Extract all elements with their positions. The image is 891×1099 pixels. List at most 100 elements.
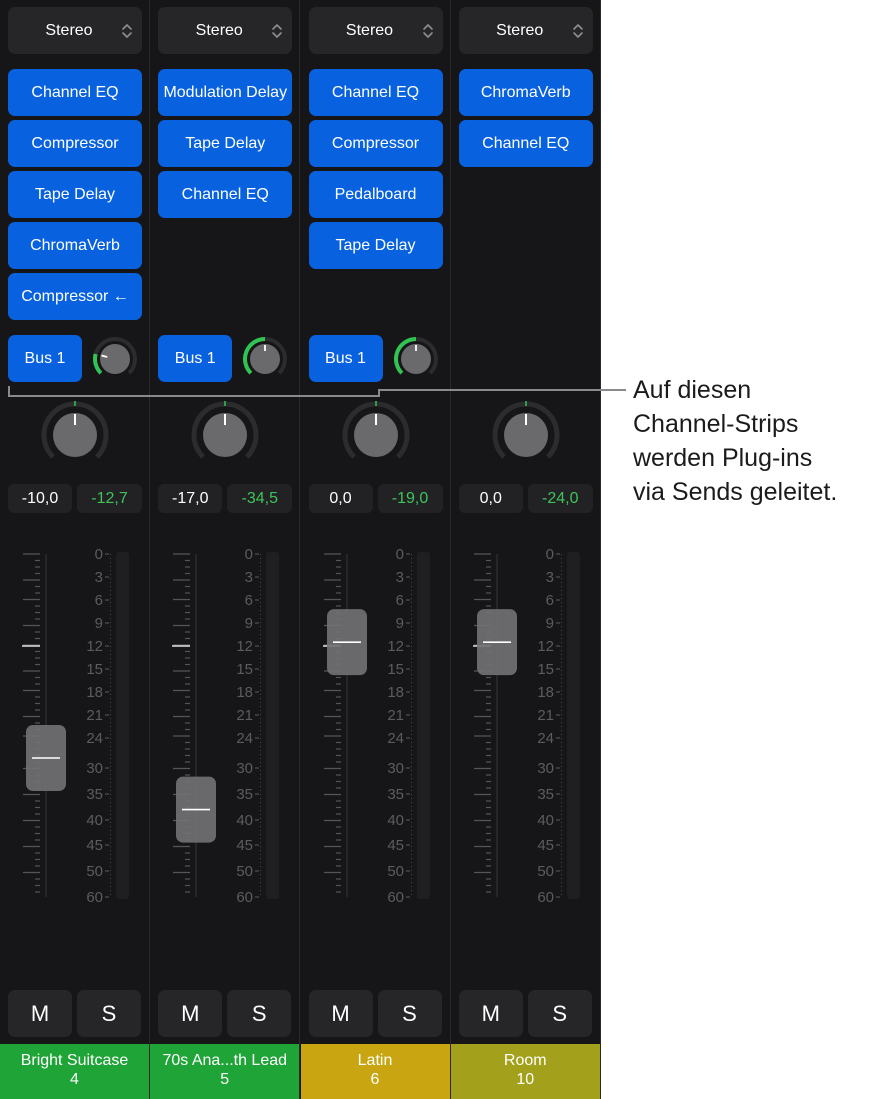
solo-button[interactable]: S <box>77 990 141 1037</box>
volume-fader[interactable]: 0 3 6 9 12 15 18 21 24 30 35 40 45 50 60 <box>451 540 601 910</box>
track-number: 6 <box>370 1071 380 1088</box>
format-selector[interactable]: Stereo <box>8 7 142 54</box>
pan-knob[interactable] <box>489 398 563 472</box>
solo-button[interactable]: S <box>227 990 292 1037</box>
scale-label: 0 <box>95 546 103 563</box>
plugin-slot[interactable]: Pedalboard <box>308 171 443 218</box>
scale-label: 40 <box>237 812 254 829</box>
scale-label: 18 <box>537 684 554 701</box>
track-name-bar[interactable]: Bright Suitcase 4 <box>0 1044 149 1099</box>
send-knob-cap <box>100 344 130 374</box>
scale-label: 18 <box>387 684 404 701</box>
scale-label: 50 <box>387 863 404 880</box>
fader-track <box>495 554 498 897</box>
scale-label: 0 <box>395 546 403 563</box>
mute-button[interactable]: M <box>8 990 72 1037</box>
scale-label: 35 <box>86 786 103 803</box>
solo-button[interactable]: S <box>527 990 592 1037</box>
scale-label: 9 <box>545 615 553 632</box>
mute-button[interactable]: M <box>308 990 373 1037</box>
callout-line-1: Auf diesen <box>633 376 752 404</box>
format-selector[interactable]: Stereo <box>308 7 443 54</box>
scale-label: 9 <box>95 615 103 632</box>
send-level-knob[interactable] <box>92 336 138 382</box>
channel-strip: Stereo Channel EQ Compressor Tape Delay Chro… <box>0 0 150 1099</box>
plugin-slot[interactable]: Compressor <box>8 120 142 167</box>
track-name: 70s Ana...th Lead <box>162 1052 288 1069</box>
scale-label: 15 <box>237 661 254 678</box>
volume-fader[interactable]: 0 3 6 9 12 15 18 21 24 30 35 40 45 50 60 <box>0 540 150 910</box>
send-bus-button[interactable]: Bus 1 <box>8 335 82 382</box>
channel-strip: Stereo Modulation Delay Tape Delay Channel … <box>150 0 301 1099</box>
track-name: Latin <box>357 1052 393 1069</box>
scale-label: 60 <box>537 889 554 906</box>
scale-label: 35 <box>237 786 254 803</box>
track-name-bar[interactable]: Latin 6 <box>300 1044 450 1099</box>
send-level-knob[interactable] <box>393 336 439 382</box>
scale-label: 6 <box>545 592 553 609</box>
track-name: Room <box>503 1052 547 1069</box>
scale-label: 24 <box>237 730 254 747</box>
plugin-slot[interactable]: Tape Delay <box>308 222 443 269</box>
plugin-slot[interactable]: ChromaVerb <box>8 222 142 269</box>
pan-knob[interactable] <box>38 398 112 472</box>
scale-label: 50 <box>537 863 554 880</box>
scale-label: 21 <box>537 707 554 724</box>
meter-peak-readout: -34,5 <box>227 484 293 513</box>
plugin-slot[interactable]: Channel EQ <box>158 171 293 218</box>
plugin-slot[interactable]: Modulation Delay <box>158 69 293 116</box>
meter-peak-readout: -19,0 <box>377 484 443 513</box>
scale-label: 21 <box>387 707 404 724</box>
plugin-slot[interactable]: Channel EQ <box>8 69 142 116</box>
pan-knob[interactable] <box>188 398 262 472</box>
format-selector[interactable]: Stereo <box>158 7 293 54</box>
send-bus-button[interactable]: Bus 1 <box>158 335 233 382</box>
plugin-slot[interactable]: Tape Delay <box>158 120 293 167</box>
volume-fader[interactable]: 0 3 6 9 12 15 18 21 24 30 35 40 45 50 60 <box>150 540 300 910</box>
scale-label: 21 <box>86 707 103 724</box>
chevron-updown-icon <box>422 22 434 40</box>
mute-button[interactable]: M <box>458 990 523 1037</box>
track-name: Bright Suitcase <box>20 1052 129 1069</box>
scale-label: 30 <box>237 760 254 777</box>
meter-peak-readout: -24,0 <box>527 484 593 513</box>
track-name-bar[interactable]: 70s Ana...th Lead 5 <box>150 1044 300 1099</box>
plugin-slot[interactable]: Compressor ← <box>8 273 142 320</box>
track-name-bar[interactable]: Room 10 <box>450 1044 600 1099</box>
scale-label: 18 <box>237 684 254 701</box>
plugin-slot[interactable]: Channel EQ <box>308 69 443 116</box>
solo-button[interactable]: S <box>377 990 442 1037</box>
volume-readout: -10,0 <box>8 484 72 513</box>
callout-line-2: Channel-Strips <box>633 410 799 438</box>
scale-label: 24 <box>537 730 554 747</box>
scale-label: 18 <box>86 684 103 701</box>
level-meter <box>566 552 580 899</box>
scale-label: 35 <box>537 786 554 803</box>
channel-strip: Stereo ChromaVerb Channel EQ 0,0 -24,0 0 3 6 9 12… <box>450 0 601 1099</box>
scale-label: 45 <box>387 837 404 854</box>
plugin-slot[interactable]: Compressor <box>308 120 443 167</box>
scale-label: 24 <box>86 730 103 747</box>
scale-label: 3 <box>245 569 253 586</box>
format-label: Stereo <box>195 21 243 39</box>
pan-knob[interactable] <box>339 398 413 472</box>
scale-label: 40 <box>537 812 554 829</box>
volume-readout: 0,0 <box>458 484 523 513</box>
meter-peak-readout: -12,7 <box>77 484 142 513</box>
plugin-slot[interactable]: Tape Delay <box>8 171 142 218</box>
scale-label: 45 <box>86 837 103 854</box>
send-level-knob[interactable] <box>242 336 288 382</box>
plugin-slot[interactable]: ChromaVerb <box>458 69 593 116</box>
send-bus-button[interactable]: Bus 1 <box>308 335 383 382</box>
format-selector[interactable]: Stereo <box>458 7 593 54</box>
scale-label: 60 <box>387 889 404 906</box>
chevron-updown-icon <box>271 22 283 40</box>
scale-label: 12 <box>237 638 254 655</box>
scale-label: 15 <box>537 661 554 678</box>
plugin-slot[interactable]: Channel EQ <box>458 120 593 167</box>
volume-readout: -17,0 <box>158 484 223 513</box>
volume-fader[interactable]: 0 3 6 9 12 15 18 21 24 30 35 40 45 50 60 <box>301 540 451 910</box>
mute-button[interactable]: M <box>158 990 223 1037</box>
scale-label: 15 <box>387 661 404 678</box>
scale-label: 35 <box>387 786 404 803</box>
